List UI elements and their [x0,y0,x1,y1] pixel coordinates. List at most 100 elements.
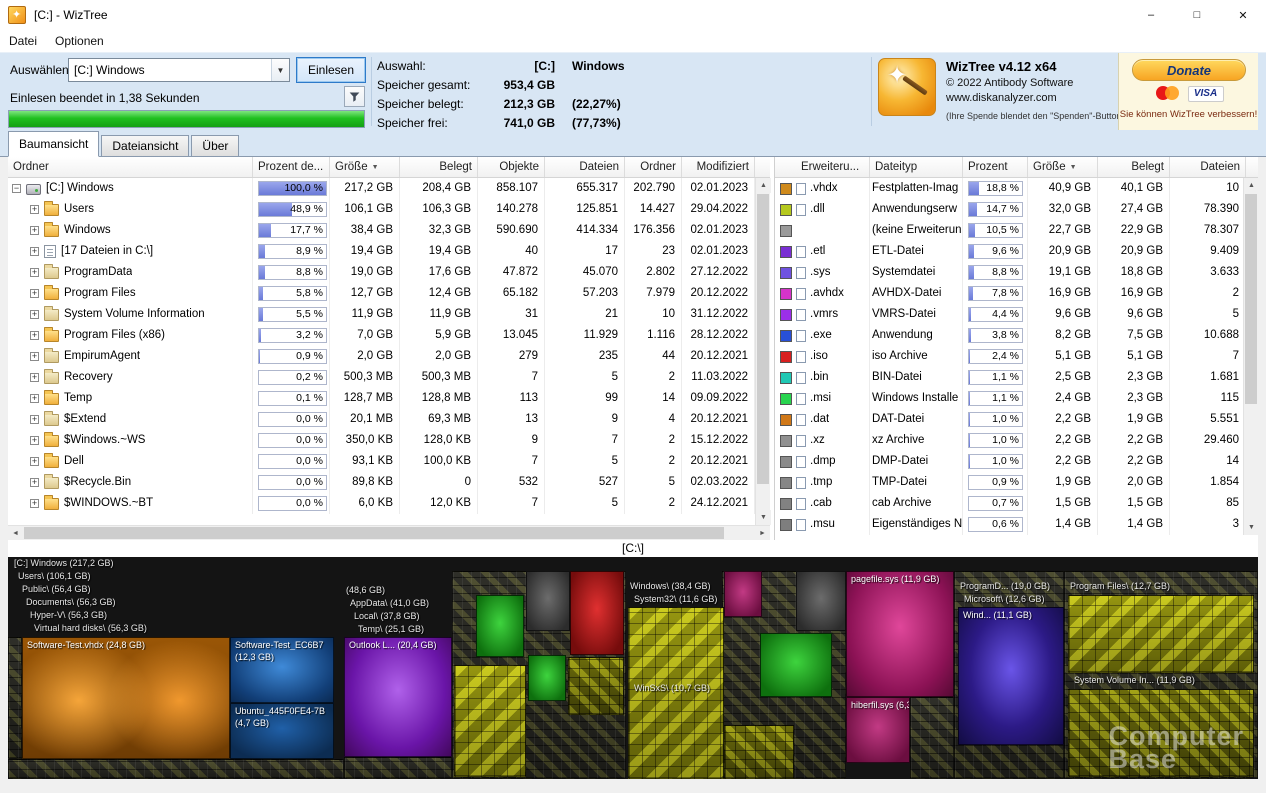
tree-table-row[interactable]: + Users 48,9 % 106,1 GB 106,3 GB [8,199,770,220]
treemap-block[interactable] [476,595,524,657]
scroll-up-icon[interactable]: ▲ [756,178,771,193]
file-type-row[interactable]: .tmp TMP-Datei 0,9 % 1,9 GB 2,0 GB 1.854 [775,472,1258,493]
expander-icon[interactable]: + [30,373,39,382]
scrollbar-thumb[interactable] [24,527,724,539]
tab[interactable]: Baumansicht [8,131,99,157]
column-header-dateityp[interactable]: Dateityp [870,157,963,177]
treemap[interactable]: [C:] Windows (217,2 GB) Users\ (106,1 GB… [8,557,1258,779]
column-header-ordner[interactable]: Ordner [8,157,253,177]
tree-vertical-scrollbar[interactable]: ▲ ▼ [755,178,770,525]
treemap-block[interactable] [760,633,832,697]
tree-table-row[interactable]: + $WINDOWS.~BT 0,0 % 6,0 KB 12,0 KB [8,493,770,514]
tree-table-row[interactable]: + $Windows.~WS 0,0 % 350,0 KB 128,0 KB [8,430,770,451]
scroll-left-icon[interactable]: ◄ [8,526,23,541]
column-header-dateien[interactable]: Dateien [545,157,625,177]
treemap-tiles[interactable] [724,725,794,779]
tree-horizontal-scrollbar[interactable]: ◄ ► [8,525,770,540]
expander-icon[interactable]: + [30,415,39,424]
scroll-right-icon[interactable]: ► [755,526,770,541]
file-type-row[interactable]: .avhdx AVHDX-Datei 7,8 % 16,9 GB 16,9 GB… [775,283,1258,304]
file-type-row[interactable]: .xz xz Archive 1,0 % 2,2 GB 2,2 GB 29.46… [775,430,1258,451]
column-header-groesse[interactable]: Größe▼ [1028,157,1098,177]
column-header-belegt[interactable]: Belegt [1098,157,1170,177]
expander-icon[interactable]: + [30,352,39,361]
treemap-block-hiberfil[interactable]: hiberfil.sys (6,3 GB) [846,697,910,763]
expander-icon[interactable]: + [30,268,39,277]
file-type-row[interactable]: .sys Systemdatei 8,8 % 19,1 GB 18,8 GB 3… [775,262,1258,283]
column-header-erweiterung[interactable]: Erweiteru... [775,157,870,177]
treemap-tiles[interactable] [454,665,526,777]
expander-icon[interactable]: + [30,247,39,256]
file-type-row[interactable]: .msu Eigenständiges N 0,6 % 1,4 GB 1,4 G… [775,514,1258,535]
treemap-tiles[interactable] [628,607,724,779]
expander-icon[interactable]: + [30,394,39,403]
column-header-prozent[interactable]: Prozent de... [253,157,330,177]
treemap-block-software-test-ec6b7[interactable]: Software-Test_EC6B7(12,3 GB) [230,637,334,703]
minimize-button[interactable]: – [1128,0,1174,30]
file-type-row[interactable]: .vmrs VMRS-Datei 4,4 % 9,6 GB 9,6 GB 5 [775,304,1258,325]
ext-vertical-scrollbar[interactable]: ▲ ▼ [1243,178,1258,535]
treemap-tiles[interactable] [8,759,344,779]
scroll-up-icon[interactable]: ▲ [1244,178,1259,193]
column-header-prozent[interactable]: Prozent [963,157,1028,177]
drive-select-combobox[interactable]: [C:] Windows ▼ [68,58,290,82]
expander-icon[interactable]: + [30,310,39,319]
tree-table-row[interactable]: + System Volume Information 5,5 % 11,9 G… [8,304,770,325]
treemap-tiles[interactable] [8,637,22,759]
expander-icon[interactable]: + [30,436,39,445]
treemap-tiles[interactable] [568,657,624,715]
treemap-block-windows-subfolder[interactable]: Wind... (11,1 GB) [958,607,1064,745]
column-header-dateien[interactable]: Dateien [1170,157,1246,177]
tree-table-row[interactable]: + $Recycle.Bin 0,0 % 89,8 KB 0 53 [8,472,770,493]
file-type-row[interactable]: .iso iso Archive 2,4 % 5,1 GB 5,1 GB 7 [775,346,1258,367]
file-type-row[interactable]: .vhdx Festplatten-Imag 18,8 % 40,9 GB 40… [775,178,1258,199]
file-type-row[interactable]: .dll Anwendungserw 14,7 % 32,0 GB 27,4 G… [775,199,1258,220]
website-link[interactable]: www.diskanalyzer.com [946,92,1116,104]
column-header-ordner2[interactable]: Ordner [625,157,682,177]
treemap-block[interactable] [724,571,762,617]
expander-icon[interactable]: − [12,184,21,193]
expander-icon[interactable]: + [30,331,39,340]
tab[interactable]: Dateiansicht [101,135,189,156]
menu-item[interactable]: Optionen [46,34,113,48]
menu-item[interactable]: Datei [0,34,46,48]
tree-table-row[interactable]: + [17 Dateien in C:\] 8,9 % 19,4 GB 19,4… [8,241,770,262]
column-header-modifiziert[interactable]: Modifiziert [682,157,755,177]
file-type-row[interactable]: .dat DAT-Datei 1,0 % 2,2 GB 1,9 GB 5.551 [775,409,1258,430]
tree-table-row[interactable]: + ProgramData 8,8 % 19,0 GB 17,6 GB [8,262,770,283]
treemap-block[interactable] [526,571,570,631]
tree-table-row[interactable]: + Dell 0,0 % 93,1 KB 100,0 KB 7 [8,451,770,472]
column-header-belegt[interactable]: Belegt [400,157,478,177]
expander-icon[interactable]: + [30,205,39,214]
treemap-block-software-test-vhdx[interactable]: Software-Test.vhdx (24,8 GB) [22,637,230,759]
expander-icon[interactable]: + [30,226,39,235]
file-type-row[interactable]: .exe Anwendung 3,8 % 8,2 GB 7,5 GB 10.68… [775,325,1258,346]
scroll-down-icon[interactable]: ▼ [1244,520,1259,535]
expander-icon[interactable]: + [30,289,39,298]
treemap-block-ubuntu-vhdx[interactable]: Ubuntu_445F0FE4-7B(4,7 GB) [230,703,334,759]
tree-table-row[interactable]: + Program Files (x86) 3,2 % 7,0 GB 5,9 G… [8,325,770,346]
tree-table-row[interactable]: + Recovery 0,2 % 500,3 MB 500,3 MB [8,367,770,388]
close-button[interactable]: ✕ [1220,0,1266,30]
column-header-objekte[interactable]: Objekte [478,157,545,177]
treemap-block-outlook[interactable]: Outlook L... (20,4 GB) [344,637,452,757]
tree-table-row[interactable]: + $Extend 0,0 % 20,1 MB 69,3 MB 1 [8,409,770,430]
tab[interactable]: Über [191,135,239,156]
treemap-block[interactable] [796,571,846,631]
file-type-row[interactable]: (keine Erweiterun 10,5 % 22,7 GB 22,9 GB… [775,220,1258,241]
tree-table-row[interactable]: + Windows 17,7 % 38,4 GB 32,3 GB [8,220,770,241]
treemap-block-pagefile[interactable]: pagefile.sys (11,9 GB) [846,571,954,697]
tree-table-row[interactable]: + Program Files 5,8 % 12,7 GB 12,4 GB [8,283,770,304]
tree-table-row[interactable]: + EmpirumAgent 0,9 % 2,0 GB 2,0 GB [8,346,770,367]
treemap-tiles[interactable] [1068,595,1254,673]
file-type-row[interactable]: .bin BIN-Datei 1,1 % 2,5 GB 2,3 GB 1.681 [775,367,1258,388]
expander-icon[interactable]: + [30,499,39,508]
scan-button[interactable]: Einlesen [296,57,366,83]
combo-dropdown-icon[interactable]: ▼ [271,59,289,81]
expander-icon[interactable]: + [30,457,39,466]
filter-button[interactable] [344,86,365,107]
scroll-down-icon[interactable]: ▼ [756,510,771,525]
treemap-tiles[interactable] [910,697,954,779]
treemap-tiles[interactable] [344,757,452,779]
file-type-row[interactable]: .dmp DMP-Datei 1,0 % 2,2 GB 2,2 GB 14 [775,451,1258,472]
